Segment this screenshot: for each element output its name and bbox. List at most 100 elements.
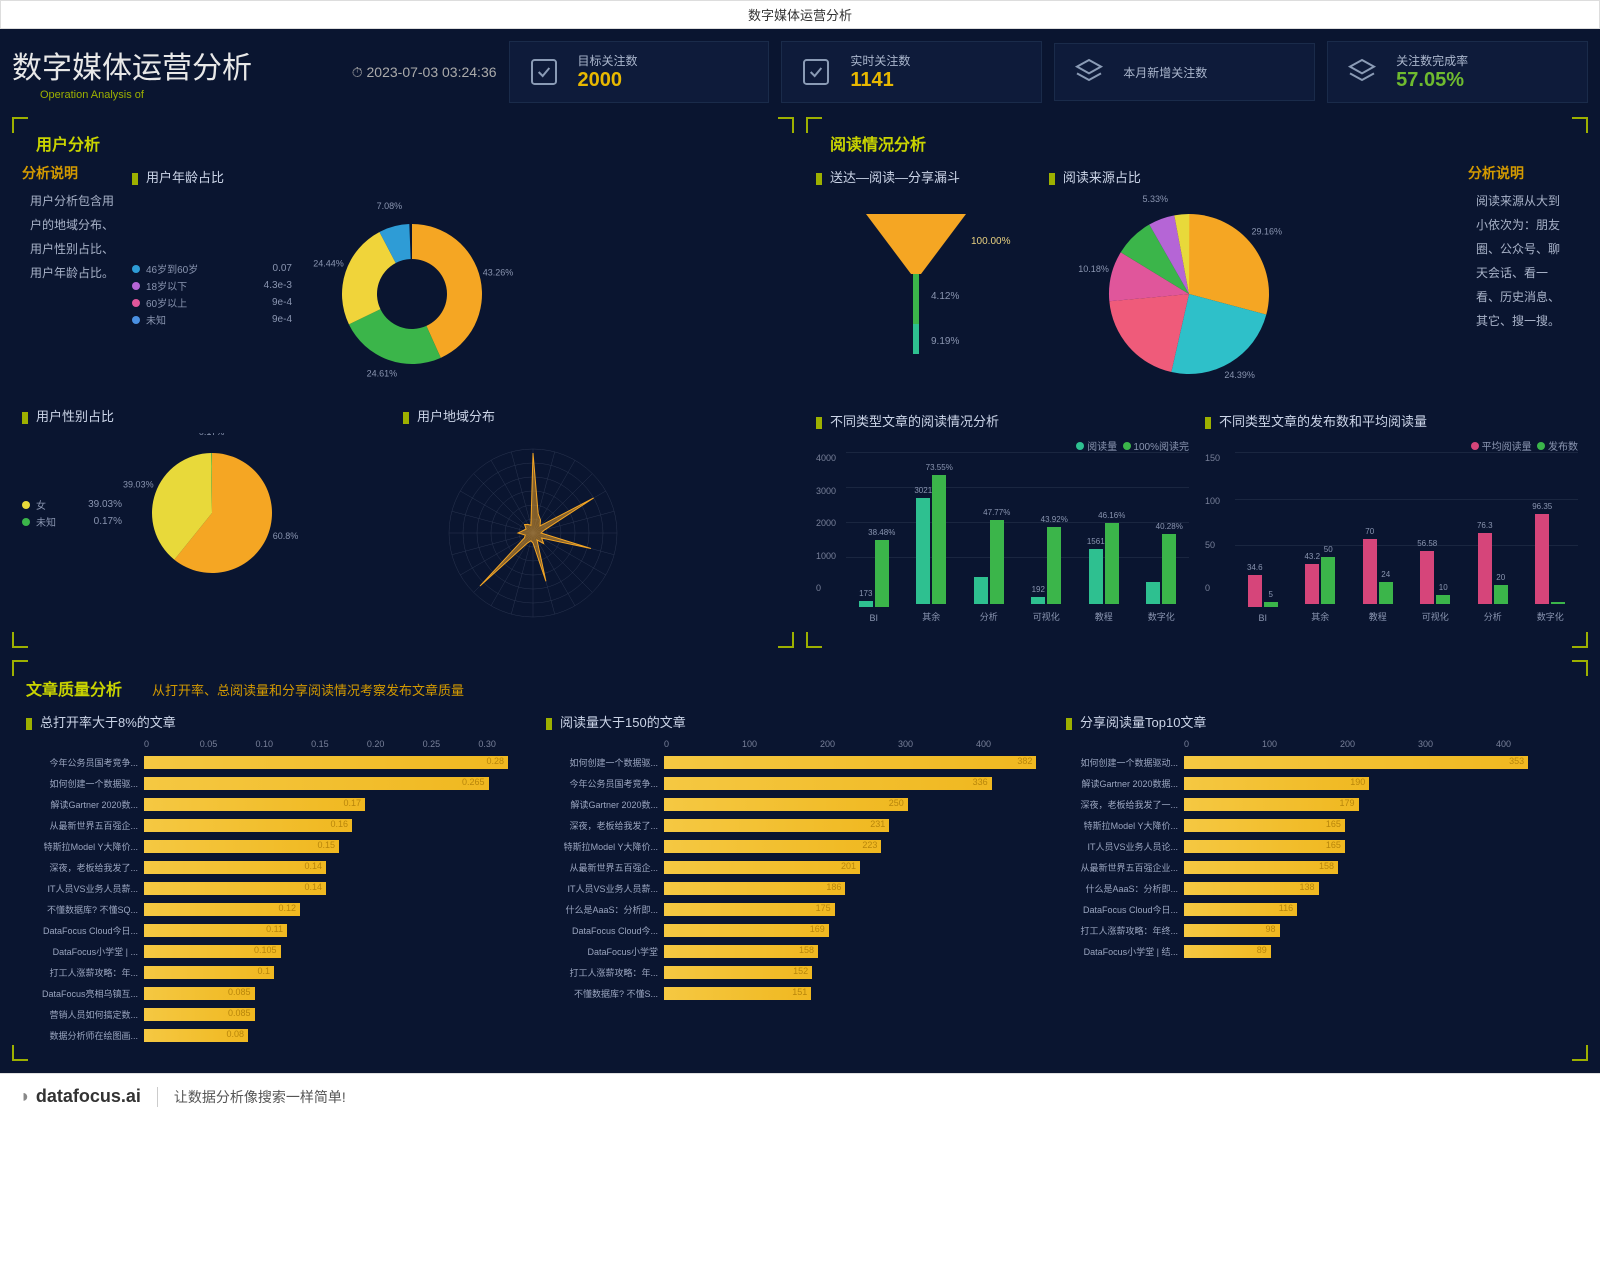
kpi-completion: 关注数完成率57.05%: [1327, 41, 1588, 103]
chart-title-funnel: 送达—阅读—分享漏斗: [816, 163, 1049, 194]
hbar-row: 营销人员如何搞定数... 0.085: [26, 1005, 534, 1023]
hbar-row: DataFocus小学堂 | ... 0.105: [26, 942, 534, 960]
svg-text:24.44%: 24.44%: [313, 258, 344, 268]
type-publish-bar-chart[interactable]: 050100150 34.6 5 BI 43.2 50 其余 70 24 教程 …: [1205, 453, 1578, 623]
kpi-realtime: 实时关注数1141: [781, 41, 1042, 103]
hbar-row: 深夜，老板给我发了... 231: [546, 816, 1054, 834]
quality-subtitle: 从打开率、总阅读量和分享阅读情况考察发布文章质量: [152, 680, 464, 699]
chart-title-gender: 用户性别占比: [22, 402, 403, 433]
region-radar-chart[interactable]: [403, 433, 663, 633]
hbar-row: DataFocus Cloud今日... 0.11: [26, 921, 534, 939]
hbar-row: 不懂数据库? 不懂S... 151: [546, 984, 1054, 1002]
age-donut-chart[interactable]: 43.26% 24.61% 24.44% 7.08%: [292, 194, 532, 394]
footer: datafocus.ai 让数据分析像搜索一样简单!: [0, 1073, 1600, 1119]
chart-title-age: 用户年龄占比: [132, 163, 784, 194]
note-title: 分析说明: [22, 163, 132, 183]
hbar-row: 如何创建一个数据驱... 0.265: [26, 774, 534, 792]
kpi-value: 57.05%: [1396, 69, 1468, 92]
section-title-quality: 文章质量分析: [26, 668, 136, 708]
footer-tagline: 让数据分析像搜索一样简单!: [157, 1087, 346, 1107]
svg-text:24.61%: 24.61%: [367, 369, 398, 379]
kpi-value: 2000: [578, 69, 638, 92]
chart-title-source: 阅读来源占比: [1049, 163, 1468, 194]
hbar-row: 打工人涨薪攻略：年终... 98: [1066, 921, 1574, 939]
layers-icon: [1071, 54, 1107, 90]
hbar-row: DataFocus Cloud今日... 116: [1066, 900, 1574, 918]
source-pie-chart[interactable]: 29.16%24.39%10.18%5.33%: [1049, 194, 1329, 394]
svg-text:60.8%: 60.8%: [273, 531, 299, 541]
footer-logo: datafocus.ai: [20, 1086, 141, 1107]
hbar-row: 解读Gartner 2020数... 250: [546, 795, 1054, 813]
svg-text:29.16%: 29.16%: [1251, 226, 1282, 236]
chart-title-region: 用户地域分布: [403, 402, 784, 433]
main-title: 数字媒体运营分析: [12, 43, 340, 87]
type-read-bar-chart[interactable]: 01000200030004000 173 38.48% BI 3021 73.…: [816, 453, 1189, 623]
hbar-row: 特斯拉Model Y大降价... 0.15: [26, 837, 534, 855]
svg-text:39.03%: 39.03%: [123, 479, 154, 489]
kpi-new: 本月新增关注数: [1054, 43, 1315, 101]
hbar-row: 解读Gartner 2020数据... 190: [1066, 774, 1574, 792]
hbar-row: 不懂数据库? 不懂SQ... 0.12: [26, 900, 534, 918]
hbar-row: DataFocus小学堂 158: [546, 942, 1054, 960]
hbar-row: 如何创建一个数据驱... 382: [546, 753, 1054, 771]
read150-hbar[interactable]: 0100200300400 如何创建一个数据驱... 382 今年公务员国考竞争…: [546, 739, 1054, 1002]
svg-text:10.18%: 10.18%: [1078, 264, 1109, 274]
datetime: 2023-07-03 03:24:36: [352, 64, 497, 81]
chart-title-share-top10: 分享阅读量Top10文章: [1066, 708, 1574, 739]
kpi-label: 关注数完成率: [1396, 52, 1468, 69]
panel-reading: 阅读情况分析 送达—阅读—分享漏斗 100.00% 4.12% 9.19% 阅读…: [806, 117, 1588, 648]
note-text: 用户分析包含用户的地域分布、用户性别占比、用户年龄占比。: [22, 183, 132, 291]
layers-icon: [1344, 54, 1380, 90]
hbar-row: 深夜，老板给我发了... 0.14: [26, 858, 534, 876]
kpi-label: 目标关注数: [578, 52, 638, 69]
note-title: 分析说明: [1468, 163, 1578, 183]
chart-title-type-read: 不同类型文章的阅读情况分析: [816, 407, 1189, 438]
hbar-row: 什么是AaaS：分析即... 175: [546, 900, 1054, 918]
svg-text:7.08%: 7.08%: [377, 201, 403, 211]
hbar-row: 从最新世界五百强企业... 158: [1066, 858, 1574, 876]
hbar-row: DataFocus Cloud今... 169: [546, 921, 1054, 939]
hbar-row: 什么是AaaS：分析即... 138: [1066, 879, 1574, 897]
hbar-row: IT人员VS业务人员论... 165: [1066, 837, 1574, 855]
window-title: 数字媒体运营分析: [0, 0, 1600, 29]
age-legend: 46岁到60岁0.0718岁以下4.3e-360岁以上9e-4未知9e-4: [132, 259, 292, 329]
panel-quality: 文章质量分析 从打开率、总阅读量和分享阅读情况考察发布文章质量 总打开率大于8%…: [12, 660, 1588, 1061]
chart-title-open-rate: 总打开率大于8%的文章: [26, 708, 534, 739]
section-title-user: 用户分析: [22, 123, 784, 163]
svg-text:0.17%: 0.17%: [199, 433, 225, 437]
chart-title-read150: 阅读量大于150的文章: [546, 708, 1054, 739]
chart-title-type-publish: 不同类型文章的发布数和平均阅读量: [1205, 407, 1578, 438]
hbar-row: 打工人涨薪攻略：年... 0.1: [26, 963, 534, 981]
hbar-row: DataFocus亮相乌镇互... 0.085: [26, 984, 534, 1002]
hbar-row: DataFocus小学堂 | 结... 89: [1066, 942, 1574, 960]
svg-text:100.00%: 100.00%: [971, 236, 1011, 247]
hbar-row: IT人员VS业务人员薪... 0.14: [26, 879, 534, 897]
share-top10-hbar[interactable]: 0100200300400 如何创建一个数据驱动... 353 解读Gartne…: [1066, 739, 1574, 960]
svg-text:5.33%: 5.33%: [1142, 194, 1168, 204]
hbar-row: 如何创建一个数据驱动... 353: [1066, 753, 1574, 771]
hbar-row: 从最新世界五百强企... 201: [546, 858, 1054, 876]
hbar-row: 从最新世界五百强企... 0.16: [26, 816, 534, 834]
hbar-row: 数据分析师在绘图画... 0.08: [26, 1026, 534, 1044]
header: 数字媒体运营分析 Operation Analysis of 2023-07-0…: [12, 41, 1588, 103]
subtitle: Operation Analysis of: [40, 89, 340, 101]
svg-text:4.12%: 4.12%: [931, 291, 959, 302]
dashboard: 数字媒体运营分析 Operation Analysis of 2023-07-0…: [0, 29, 1600, 1073]
hbar-row: 今年公务员国考竞争... 336: [546, 774, 1054, 792]
hbar-row: 深夜，老板给我发了一... 179: [1066, 795, 1574, 813]
hbar-row: IT人员VS业务人员薪... 186: [546, 879, 1054, 897]
check-icon: [798, 54, 834, 90]
hbar-row: 特斯拉Model Y大降价... 223: [546, 837, 1054, 855]
svg-text:43.26%: 43.26%: [483, 268, 514, 278]
kpi-label: 实时关注数: [850, 52, 910, 69]
svg-text:9.19%: 9.19%: [931, 336, 959, 347]
section-title-reading: 阅读情况分析: [816, 123, 1578, 163]
funnel-chart[interactable]: 100.00% 4.12% 9.19%: [816, 194, 1016, 374]
gender-pie-chart[interactable]: 60.8% 39.03% 0.17%: [122, 433, 302, 593]
hbar-row: 特斯拉Model Y大降价... 165: [1066, 816, 1574, 834]
hbar-row: 解读Gartner 2020数... 0.17: [26, 795, 534, 813]
open-rate-hbar[interactable]: 00.050.100.150.200.250.30 今年公务员国考竞争... 0…: [26, 739, 534, 1044]
panel-user: 用户分析 分析说明 用户分析包含用户的地域分布、用户性别占比、用户年龄占比。 用…: [12, 117, 794, 648]
gender-legend: 女39.03%未知0.17%: [22, 495, 122, 531]
check-icon: [526, 54, 562, 90]
